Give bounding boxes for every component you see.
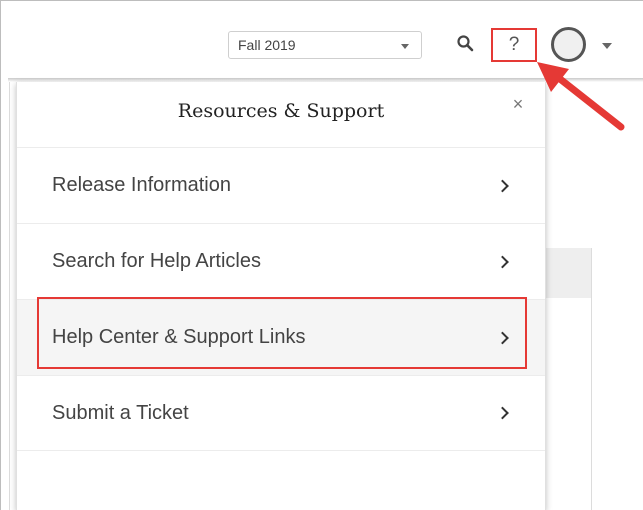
menu-item-help-center-support-links[interactable]: Help Center & Support Links [17,299,545,375]
term-select-value: Fall 2019 [238,37,296,53]
background-table-header [545,248,592,298]
help-icon: ? [508,34,520,55]
background-divider [9,82,10,510]
resources-support-panel: Resources & Support × Release Informatio… [16,82,546,510]
search-icon[interactable] [456,34,476,54]
chevron-down-icon[interactable] [602,43,612,49]
menu-item-label: Search for Help Articles [52,250,261,272]
menu-item-label: Help Center & Support Links [52,326,306,348]
chevron-down-icon [401,44,409,49]
menu-item-search-help-articles[interactable]: Search for Help Articles [17,223,545,299]
menu-item-label: Release Information [52,174,231,196]
chevron-right-icon [496,179,509,192]
menu-item-label: Submit a Ticket [52,401,189,424]
menu-item-submit-ticket[interactable]: Submit a Ticket [17,375,545,451]
panel-title: Resources & Support [177,100,385,122]
chevron-right-icon [496,406,509,420]
background-divider-right [591,248,592,510]
chevron-right-icon [496,331,509,344]
chevron-right-icon [496,255,509,268]
term-select[interactable]: Fall 2019 [228,31,422,59]
annotation-arrow-icon [537,62,625,131]
menu-item-release-information[interactable]: Release Information [17,147,545,223]
